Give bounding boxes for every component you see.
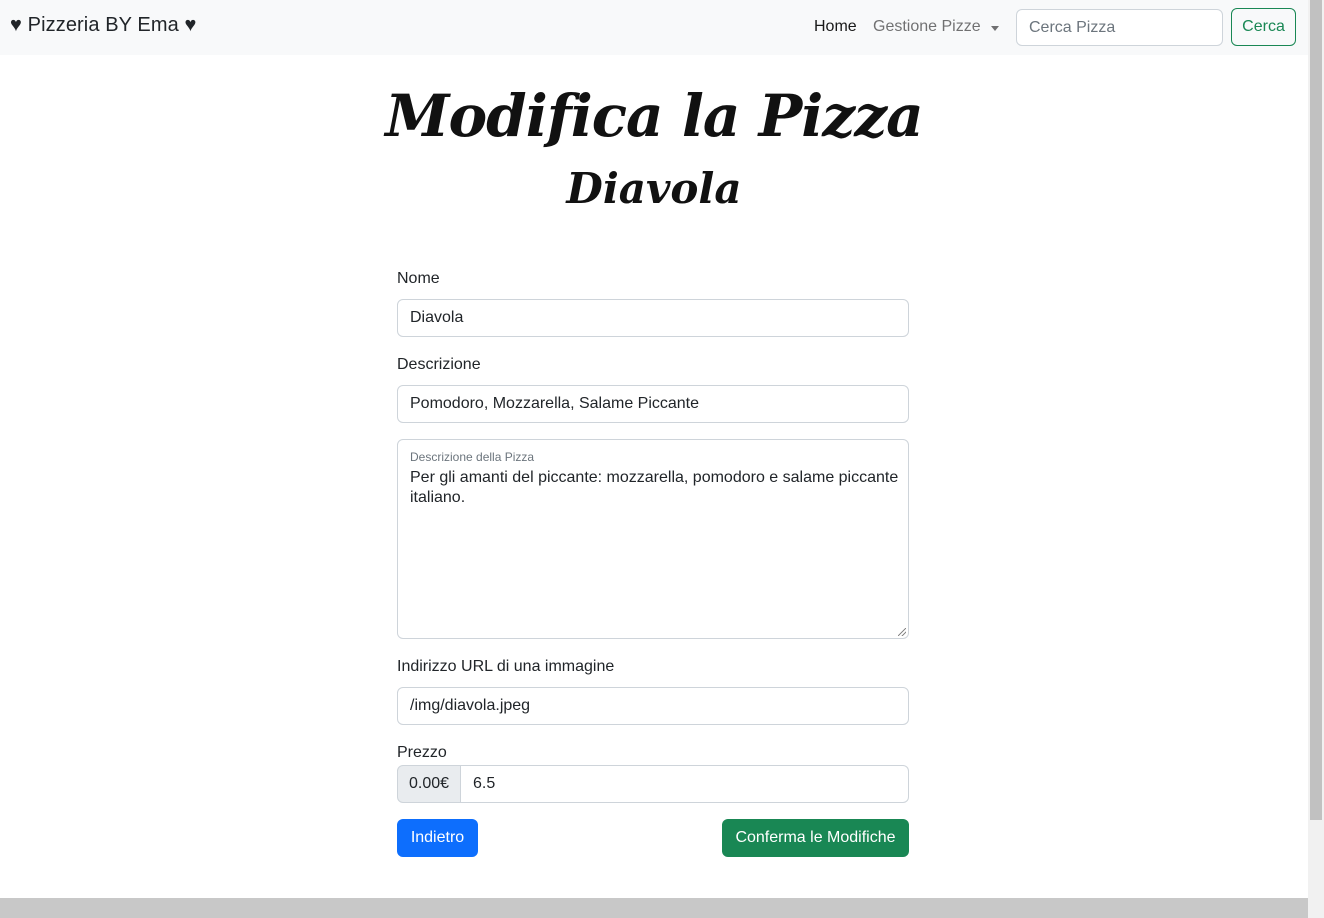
search-button[interactable]: Cerca [1231, 8, 1296, 46]
back-button[interactable]: Indietro [397, 819, 478, 857]
price-label: Prezzo [397, 744, 447, 761]
pizza-name-subtitle: Diavola [566, 164, 742, 213]
long-description-value: Per gli amanti del piccante: mozzarella,… [410, 469, 899, 506]
search-input[interactable] [1016, 9, 1223, 46]
nav-home-link[interactable]: Home [814, 18, 857, 36]
description-field[interactable] [397, 385, 909, 423]
page-title: Modifica la Pizza [385, 82, 923, 150]
scrollbar-thumb[interactable] [1310, 0, 1322, 820]
long-description-textarea[interactable]: Descrizione della Pizza Per gli amanti d… [397, 439, 909, 639]
price-prefix: 0.00€ [397, 765, 461, 803]
bottom-bar [0, 898, 1308, 918]
long-description-label: Descrizione della Pizza [410, 450, 535, 464]
gestione-pizze-label: Gestione Pizze [873, 18, 981, 35]
image-url-label: Indirizzo URL di una immagine [397, 658, 615, 675]
description-label: Descrizione [397, 356, 481, 373]
image-url-field[interactable] [397, 687, 909, 725]
chevron-down-icon [990, 25, 999, 31]
navbar: ♥ Pizzeria BY Ema ♥ Home Gestione Pizze … [0, 0, 1308, 55]
brand-link[interactable]: ♥ Pizzeria BY Ema ♥ [10, 14, 196, 37]
name-label: Nome [397, 270, 440, 287]
price-input-group: 0.00€ [397, 765, 909, 803]
name-field[interactable] [397, 299, 909, 337]
price-field[interactable] [461, 765, 909, 803]
confirm-button[interactable]: Conferma le Modifiche [722, 819, 909, 857]
gestione-pizze-dropdown[interactable]: Gestione Pizze [873, 18, 999, 36]
resize-handle-icon[interactable] [898, 628, 906, 636]
